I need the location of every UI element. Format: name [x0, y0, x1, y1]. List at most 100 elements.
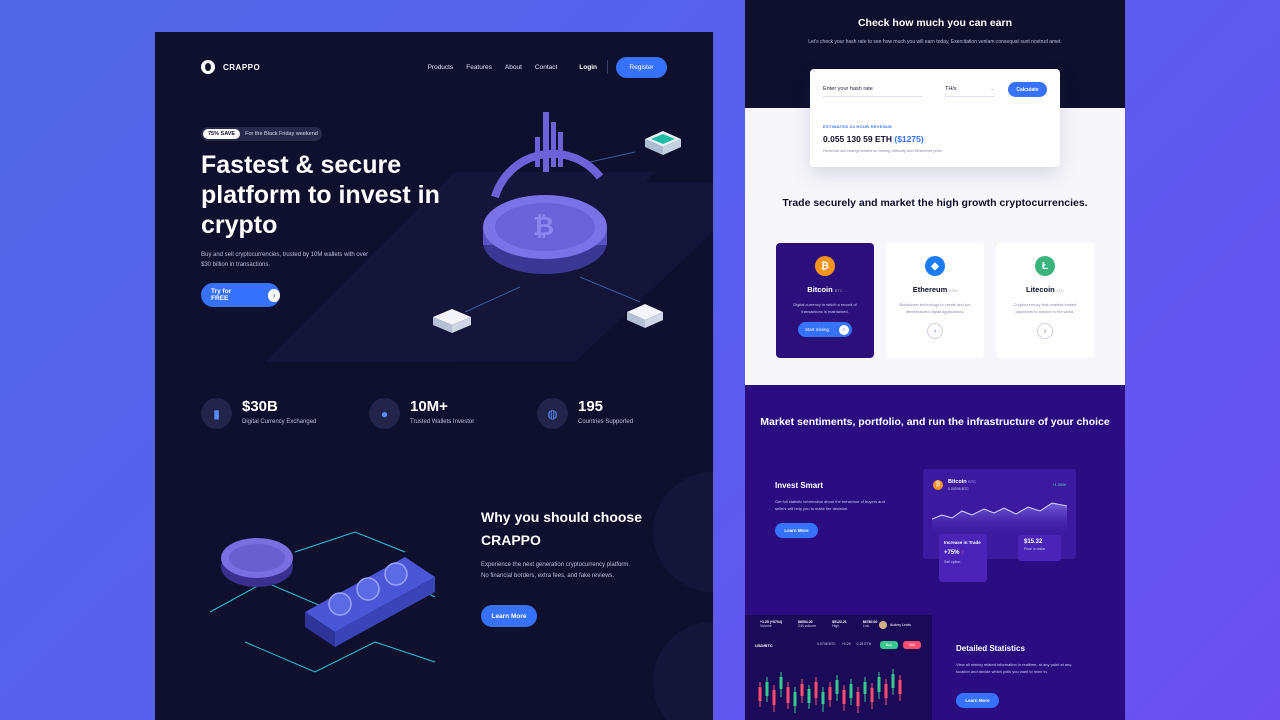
- register-button[interactable]: Register: [616, 56, 667, 78]
- btc-card-name: Bitcoin BTC: [948, 479, 976, 485]
- market-title: Market sentiments, portfolio, and run th…: [760, 416, 1110, 428]
- detailed-statistics-title: Detailed Statistics: [956, 644, 1025, 653]
- increase-trade-card: Increase in Trade +75% ↑ Sell option: [939, 534, 987, 582]
- nav-separator: [607, 60, 608, 74]
- try-free-button[interactable]: Try for FREE ›: [201, 283, 280, 307]
- ohlc-value: 0.25 ETH: [856, 642, 872, 646]
- landing-page-detail-panel: Check how much you can earn Let's check …: [745, 0, 1125, 720]
- stat-trusted-wallets: ● 10M+ Trusted Wallets Investor: [369, 398, 474, 429]
- mining-rig-illustration: [209, 531, 436, 673]
- increase-label: Increase in Trade: [944, 540, 981, 545]
- coin-name: Ethereum ETH: [886, 285, 984, 294]
- trade-section-title: Trade securely and market the high growt…: [782, 197, 1088, 209]
- trade-figure: +1.25 (+5704) Volume: [760, 620, 782, 628]
- stat-value: 10M+: [410, 398, 448, 415]
- statistics-learn-more-button[interactable]: Learn More: [956, 693, 999, 708]
- coin-description: Digital currency in which a record of tr…: [793, 302, 857, 314]
- unit-select[interactable]: TH/s ⌄: [945, 86, 995, 97]
- btc-change: +1.25%: [1052, 482, 1066, 487]
- brand-name: CRAPPO: [223, 62, 261, 72]
- coin-description: Cryptocurrency that enables instant paym…: [1013, 302, 1077, 314]
- coin-ticker: BTC: [834, 288, 843, 293]
- dollar-label: Price in dollar: [1024, 547, 1046, 551]
- sell-option[interactable]: Sell option: [944, 560, 982, 564]
- trade-figure: $6780.00 Low: [863, 620, 878, 628]
- learn-more-button[interactable]: Learn More: [481, 605, 537, 627]
- arrow-right-icon[interactable]: ›: [1037, 323, 1053, 339]
- estimate-usd: ($1275): [894, 134, 924, 144]
- arrow-right-icon[interactable]: ›: [927, 323, 943, 339]
- login-link[interactable]: Login: [579, 64, 597, 71]
- sell-button[interactable]: Sell: [903, 641, 921, 649]
- coin-name-text: Litecoin: [1025, 285, 1055, 294]
- brand-logo[interactable]: CRAPPO: [201, 60, 260, 74]
- ohlc-values: 0.0748 BTC +0.25 0.25 ETH: [817, 642, 871, 646]
- btc-ticker: BTC: [968, 479, 977, 484]
- btc-price: 0.00095 BTC: [948, 487, 969, 491]
- nav-link-features[interactable]: Features: [466, 64, 492, 71]
- invest-learn-more-button[interactable]: Learn More: [775, 523, 818, 538]
- trading-dashboard-card: +1.25 (+5704) Volume $6504.00 24h volume $…: [745, 615, 932, 720]
- trade-user-name: Audrey Lewis: [890, 623, 912, 627]
- bitcoin-icon: ₿: [933, 480, 943, 490]
- stat-countries-supported: ◍ 195 Countries Supported: [537, 398, 633, 429]
- arrow-right-icon: ›: [268, 288, 280, 302]
- increase-value-text: +75%: [944, 550, 960, 556]
- trade-figure-label: Volume: [760, 624, 772, 628]
- start-mining-label: Start mining: [805, 327, 830, 332]
- calculate-button[interactable]: Calculate: [1008, 82, 1047, 97]
- why-choose-description: Experience the next generation cryptocur…: [481, 562, 631, 579]
- promo-badge: 75% SAVE For the Black Friday weekend: [201, 127, 322, 141]
- svg-text:₿: ₿: [533, 211, 554, 241]
- ohlc-value: +0.25: [841, 642, 851, 646]
- trade-figure-label: High: [832, 624, 840, 628]
- landing-page-hero-panel: CRAPPO Products Features About Contact L…: [155, 32, 713, 720]
- stat-currency-exchanged: ▮ $30B Digital Currency Exchanged: [201, 398, 316, 429]
- coin-name-text: Ethereum: [912, 285, 948, 294]
- invest-smart-title: Invest Smart: [775, 481, 824, 490]
- buy-button[interactable]: Buy: [880, 641, 898, 649]
- stat-label: Trusted Wallets Investor: [410, 419, 475, 425]
- arrow-up-icon: ↑: [961, 550, 965, 556]
- market-section: Market sentiments, portfolio, and run th…: [745, 385, 1125, 720]
- estimate-label: ESTIMATED 24 HOUR REVENUE: [823, 124, 893, 129]
- stat-value: 195: [578, 398, 604, 415]
- btc-sparkline: [932, 502, 1067, 537]
- globe-icon: ◍: [537, 398, 568, 429]
- litecoin-icon: Ł: [1035, 256, 1055, 276]
- detailed-statistics-description: View all mining related information in r…: [956, 662, 1072, 674]
- price-in-dollar-card: $15.32 Price in dollar: [1018, 535, 1061, 561]
- coin-card-litecoin[interactable]: Ł Litecoin LTC Cryptocurrency that enable…: [996, 243, 1094, 358]
- trade-figure: $5123.21 High: [832, 620, 847, 628]
- earn-subtitle: Let's check your hash rate to see how mu…: [808, 39, 1062, 45]
- chevron-down-icon: ⌄: [990, 86, 995, 92]
- trade-figure-label: Low: [862, 624, 870, 628]
- nav-link-contact[interactable]: Contact: [535, 64, 557, 71]
- stat-value: $30B: [242, 398, 278, 415]
- coin-card-ethereum[interactable]: ◆ Ethereum ETH Blockchain technology to c…: [886, 243, 984, 358]
- dollar-value: $15.32: [1024, 539, 1043, 545]
- btc-name: Bitcoin: [948, 479, 967, 485]
- coin-ticker: LTC: [1056, 288, 1065, 293]
- try-free-label: Try for FREE: [211, 288, 232, 302]
- chart-icon: ▮: [201, 398, 232, 429]
- hero-title: Fastest & secure platform to invest in c…: [201, 151, 440, 239]
- stat-label: Countries Supported: [578, 419, 634, 425]
- earnings-calculator: Enter your hash rate TH/s ⌄ Calculate EST…: [810, 69, 1060, 167]
- hash-rate-input[interactable]: Enter your hash rate: [823, 86, 923, 97]
- trade-pair: USD/BTC: [755, 643, 773, 648]
- nav-link-products[interactable]: Products: [428, 64, 454, 71]
- avatar: [879, 621, 887, 629]
- estimate-note: Revenue will change based on mining diff…: [823, 148, 943, 153]
- top-navigation: CRAPPO Products Features About Contact L…: [201, 56, 667, 78]
- nav-link-about[interactable]: About: [505, 64, 522, 71]
- promo-text: For the Black Friday weekend: [245, 131, 318, 137]
- start-mining-button[interactable]: Start mining ›: [798, 322, 852, 337]
- coin-name: Litecoin LTC: [996, 285, 1094, 294]
- increase-value: +75% ↑: [944, 550, 982, 556]
- coin-card-bitcoin[interactable]: ₿ Bitcoin BTC Digital currency in which a…: [776, 243, 874, 358]
- coin-description: Blockchain technology to create and run …: [899, 302, 971, 314]
- unit-value: TH/s: [945, 86, 957, 92]
- coin-name-text: Bitcoin: [807, 285, 833, 294]
- trade-figure: $6504.00 24h volume: [798, 620, 816, 628]
